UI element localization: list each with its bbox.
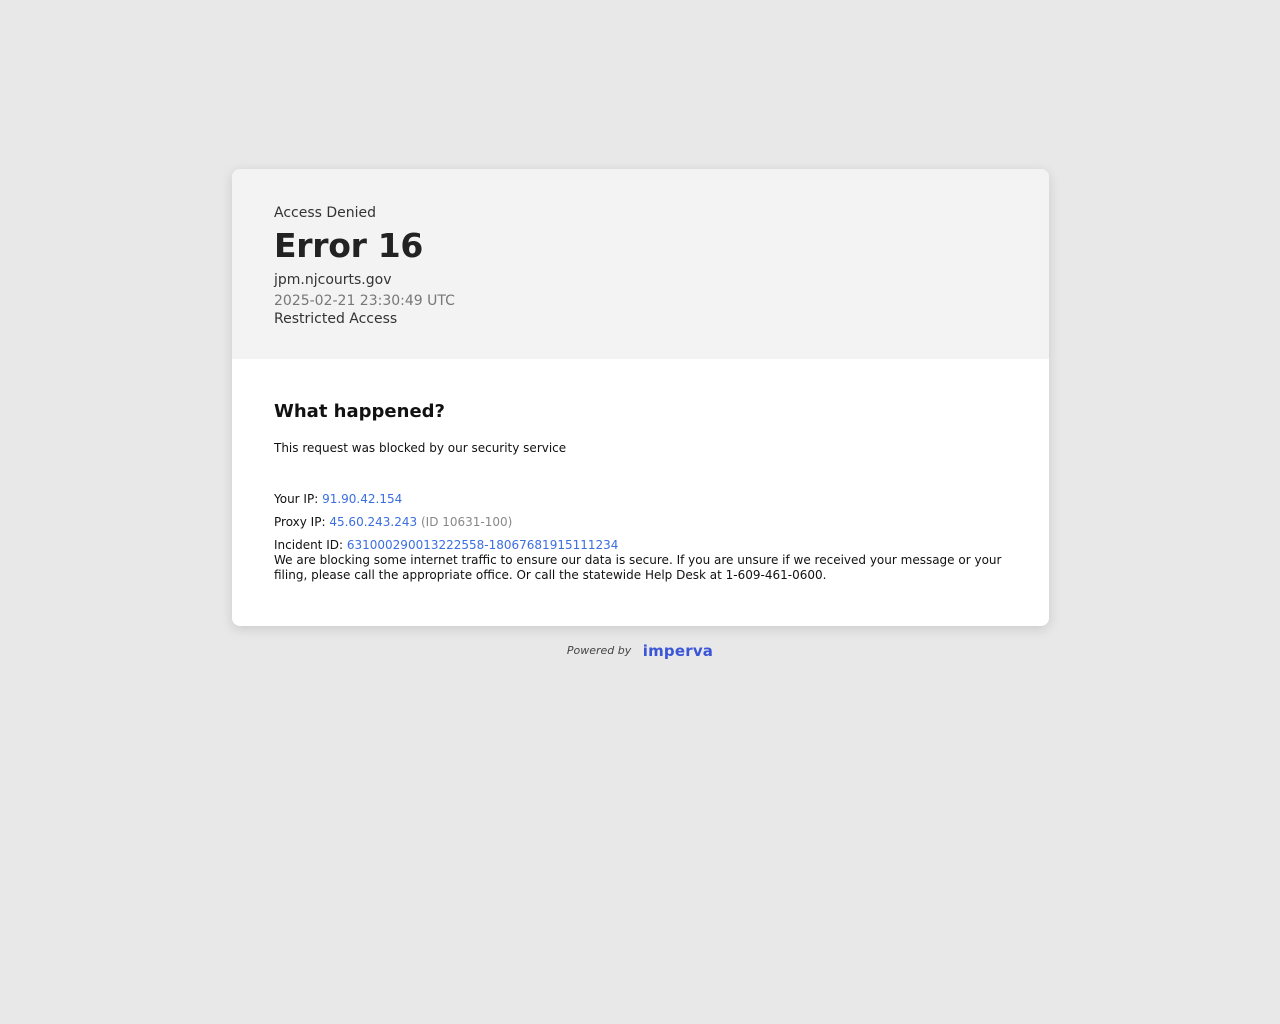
domain-label: jpm.njcourts.gov [274,272,392,288]
request-info: Your IP: 91.90.42.154 Proxy IP: 45.60.24… [274,492,1007,583]
your-ip-label: Your IP: [274,492,319,506]
your-ip-link[interactable]: 91.90.42.154 [322,492,402,506]
error-title: Error 16 [274,226,424,265]
access-denied-label: Access Denied [274,205,377,221]
proxy-ip-link[interactable]: 45.60.243.243 [329,515,417,529]
imperva-logo[interactable]: imperva [643,643,713,659]
proxy-ip-label: Proxy IP: [274,515,326,529]
incident-id-row: Incident ID: 631000290013222558-18067681… [274,538,1007,553]
error-header: Access Denied Error 16 jpm.njcourts.gov … [232,169,1049,359]
your-ip-row: Your IP: 91.90.42.154 [274,492,1007,507]
proxy-ip-id: (ID 10631-100) [420,515,513,529]
error-body: What happened? This request was blocked … [232,359,1049,583]
help-message: We are blocking some internet traffic to… [274,553,1002,582]
what-happened-heading: What happened? [274,401,445,422]
incident-id-link[interactable]: 631000290013222558-18067681915111234 [347,538,619,552]
proxy-ip-row: Proxy IP: 45.60.243.243 (ID 10631-100) [274,515,1007,530]
powered-by-label: Powered by [566,644,632,657]
blocked-description: This request was blocked by our security… [274,441,567,455]
incident-id-label: Incident ID: [274,538,344,552]
powered-by: Powered by imperva [0,643,1280,659]
error-card: Access Denied Error 16 jpm.njcourts.gov … [232,169,1049,626]
timestamp-label: 2025-02-21 23:30:49 UTC [274,293,455,309]
restricted-access-label: Restricted Access [274,311,398,327]
